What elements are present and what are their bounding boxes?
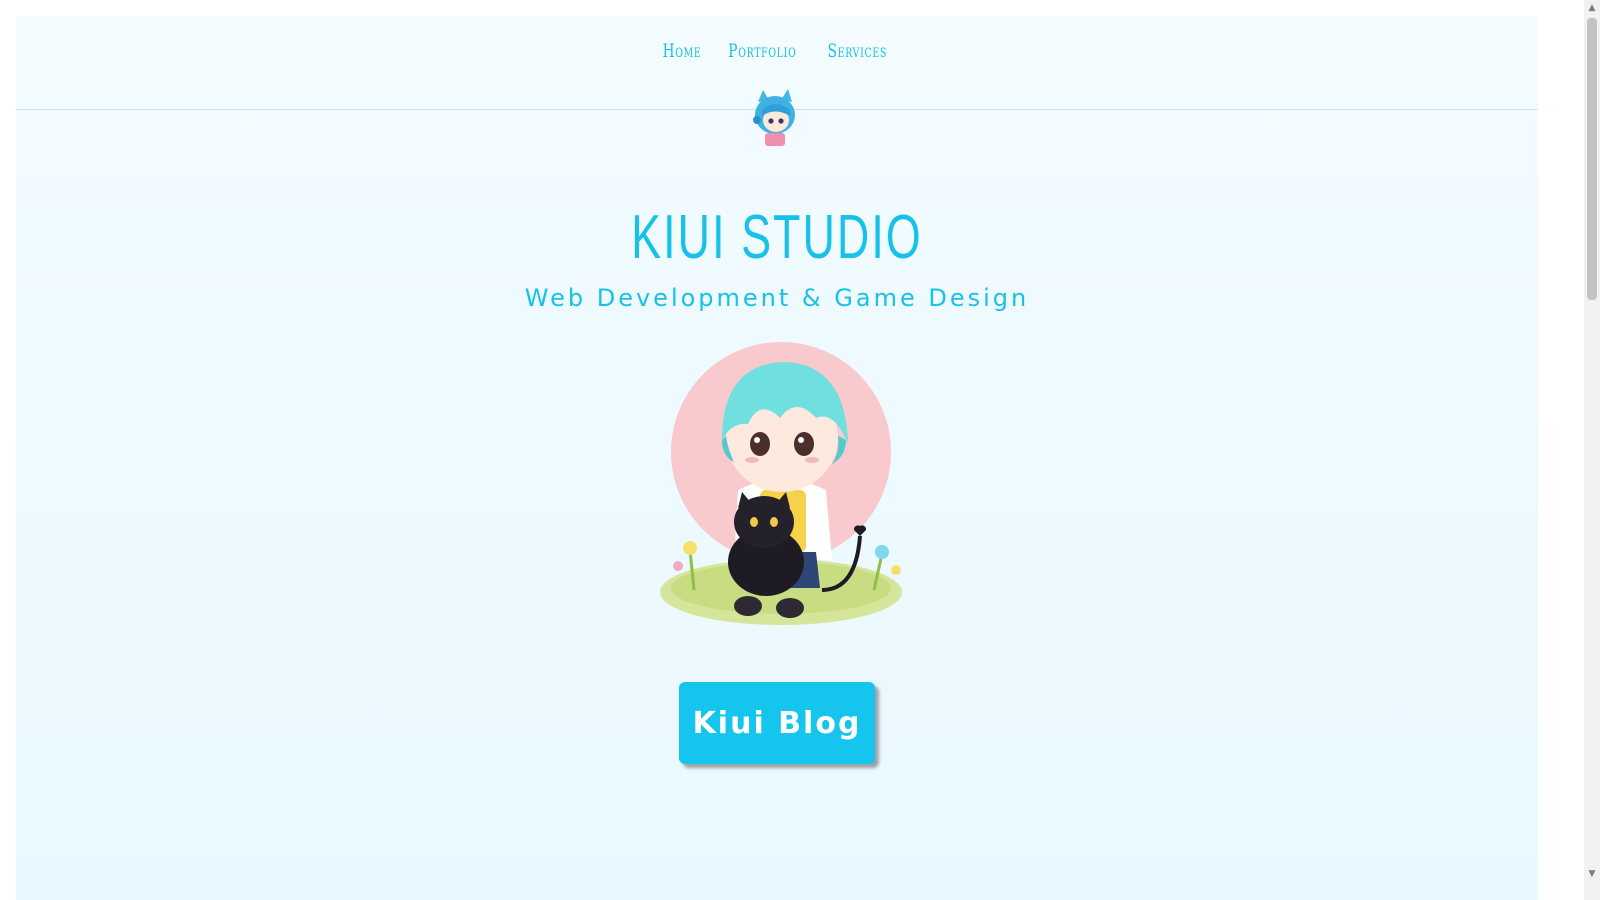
- hero-illustration: [660, 342, 902, 625]
- page: Home Portfolio Services KIUI STUDIO Web …: [16, 16, 1538, 900]
- nav-portfolio-link[interactable]: Portfolio: [729, 40, 797, 62]
- kiui-blog-button[interactable]: Kiui Blog: [679, 682, 875, 764]
- scroll-down-arrow-icon[interactable]: ▼: [1584, 866, 1600, 882]
- nav-home-link[interactable]: Home: [663, 40, 702, 62]
- scroll-up-arrow-icon[interactable]: ▲: [1584, 0, 1600, 16]
- nav-services-link[interactable]: Services: [828, 40, 888, 62]
- nav-links: Home Portfolio Services: [663, 40, 889, 62]
- site-subtitle: Web Development & Game Design: [524, 284, 1030, 312]
- scroll-thumb[interactable]: [1587, 18, 1597, 300]
- mascot-logo[interactable]: [750, 88, 800, 148]
- site-title: KIUI STUDIO: [631, 203, 923, 272]
- vertical-scrollbar[interactable]: ▲ ▼: [1584, 0, 1600, 900]
